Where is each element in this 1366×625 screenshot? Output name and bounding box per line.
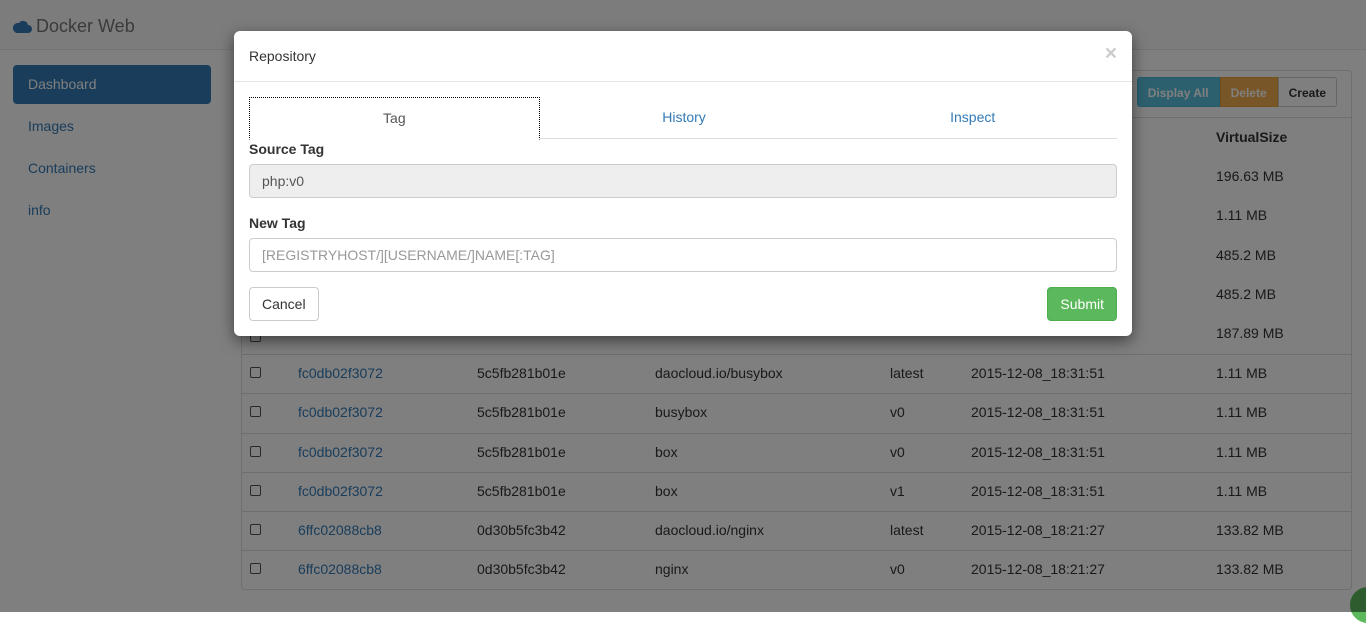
modal-header: Repository × bbox=[234, 31, 1132, 82]
modal-title: Repository bbox=[249, 48, 316, 64]
new-tag-input[interactable] bbox=[249, 238, 1117, 272]
tab-inspect[interactable]: Inspect bbox=[828, 97, 1117, 138]
submit-button[interactable]: Submit bbox=[1047, 287, 1117, 321]
tab-history[interactable]: History bbox=[540, 97, 829, 138]
cancel-button[interactable]: Cancel bbox=[249, 287, 319, 321]
modal-tabs: Tag History Inspect bbox=[249, 97, 1117, 140]
source-tag-field[interactable] bbox=[249, 164, 1117, 198]
repository-modal: Repository × Tag History Inspect Source … bbox=[234, 31, 1132, 336]
new-tag-label: New Tag bbox=[249, 215, 306, 231]
close-icon[interactable]: × bbox=[1105, 43, 1117, 64]
source-tag-label: Source Tag bbox=[249, 141, 325, 157]
tab-tag[interactable]: Tag bbox=[249, 97, 540, 140]
